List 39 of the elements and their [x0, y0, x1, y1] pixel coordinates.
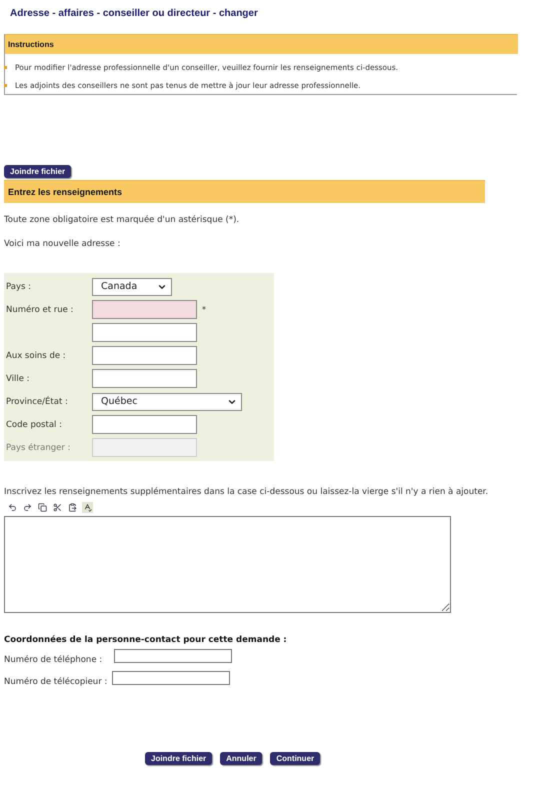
- form-button[interactable]: Continuer: [270, 752, 320, 765]
- input-field[interactable]: [92, 369, 197, 388]
- input-field[interactable]: [112, 671, 230, 685]
- section-header: Entrez les renseignements: [4, 180, 485, 203]
- page-title: Adresse - affaires - conseiller ou directeur - changer: [10, 8, 259, 19]
- copy-button[interactable]: [37, 502, 48, 513]
- input-field[interactable]: [92, 346, 197, 365]
- attach-file-button[interactable]: Joindre fichier: [4, 165, 72, 178]
- comments-instruction: Inscrivez les renseignements supplémentaires dans la case ci-dessous ou laissez-la vierge s'il n'y a rien à ajouter.: [4, 487, 490, 497]
- redo-button[interactable]: [22, 502, 33, 513]
- input-field[interactable]: [92, 415, 197, 434]
- input-field[interactable]: [92, 300, 197, 319]
- form-button[interactable]: Joindre fichier: [145, 752, 212, 765]
- contact-heading: Coordonnées de la personne-contact pour cette demande :: [4, 635, 288, 645]
- bullet-icon: [4, 84, 7, 87]
- required-note: Toute zone obligatoire est marquée d'un astérisque (*).: [4, 215, 240, 225]
- input-field[interactable]: [114, 649, 232, 663]
- comments-textarea[interactable]: [4, 516, 451, 613]
- paste-button[interactable]: [67, 502, 78, 513]
- bullet-icon: [4, 66, 7, 69]
- field-label: Pays :: [6, 282, 32, 292]
- field-label: Numéro et rue :: [6, 304, 74, 314]
- field-label: Numéro de télécopieur :: [4, 677, 108, 687]
- dropdown[interactable]: Canada: [92, 278, 172, 296]
- field-label: Numéro de téléphone :: [4, 655, 102, 665]
- required-mark: *: [202, 305, 206, 314]
- form-button[interactable]: Annuler: [220, 752, 262, 765]
- field-label: Ville :: [6, 374, 31, 384]
- undo-button[interactable]: [7, 502, 18, 513]
- instructions-header: Instructions: [5, 34, 518, 54]
- field-label: Aux soins de :: [6, 350, 67, 360]
- field-label: Pays étranger :: [6, 442, 72, 452]
- address-intro: Voici ma nouvelle adresse :: [4, 239, 122, 249]
- field-label: Province/État :: [6, 396, 69, 406]
- dropdown[interactable]: Québec: [92, 392, 242, 410]
- input-field[interactable]: [92, 323, 197, 342]
- spellcheck-button[interactable]: [82, 502, 93, 513]
- cut-button[interactable]: [52, 502, 63, 513]
- field-label: Code postal :: [6, 420, 63, 430]
